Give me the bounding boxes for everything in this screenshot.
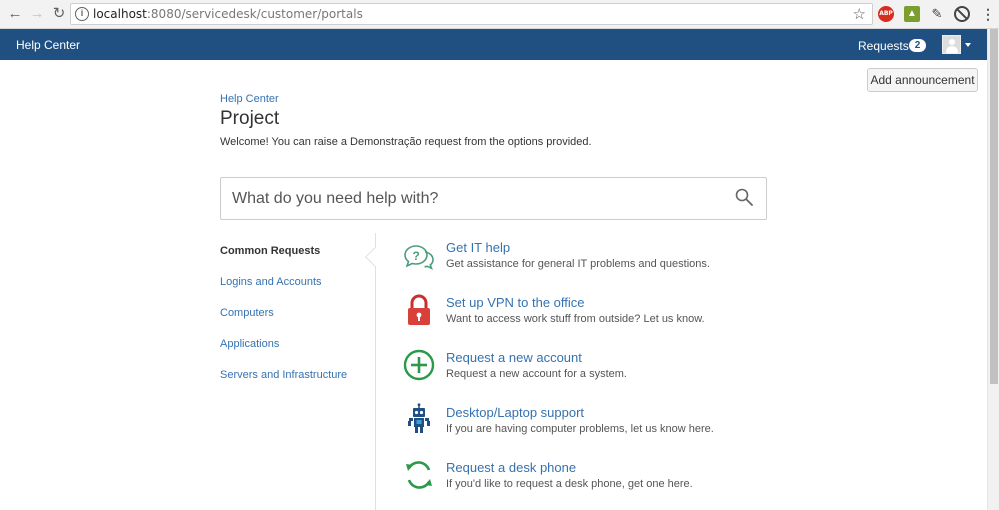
- search-input[interactable]: [232, 186, 712, 212]
- request-type-title[interactable]: Get IT help: [446, 240, 510, 255]
- request-type-title[interactable]: Desktop/Laptop support: [446, 405, 584, 420]
- browser-toolbar: ← → ↻ i localhost:8080/servicedesk/custo…: [0, 0, 999, 29]
- category-divider: [375, 233, 376, 510]
- browser-menu-icon[interactable]: ⋮: [980, 6, 996, 22]
- app-header: Help Center Requests 2: [0, 29, 987, 60]
- page-scrollbar[interactable]: [987, 29, 999, 510]
- plus-circle-icon[interactable]: [403, 349, 435, 381]
- category-logins-and-accounts[interactable]: Logins and Accounts: [220, 276, 322, 288]
- reload-icon[interactable]: ↻: [50, 5, 68, 23]
- refresh-arrows-icon[interactable]: [403, 459, 435, 491]
- breadcrumb[interactable]: Help Center: [220, 93, 279, 105]
- search-icon[interactable]: [735, 188, 753, 206]
- request-type-title[interactable]: Request a desk phone: [446, 460, 576, 475]
- requests-count-badge[interactable]: 2: [909, 39, 926, 52]
- search-box: [220, 177, 767, 220]
- help-center-link[interactable]: Help Center: [16, 38, 80, 52]
- back-icon[interactable]: ←: [6, 5, 24, 23]
- request-type-description: Get assistance for general IT problems a…: [446, 258, 710, 270]
- request-type-description: If you are having computer problems, let…: [446, 423, 714, 435]
- category-servers-and-infrastructure[interactable]: Servers and Infrastructure: [220, 369, 347, 381]
- category-applications[interactable]: Applications: [220, 338, 279, 350]
- request-type-description: Want to access work stuff from outside? …: [446, 313, 705, 325]
- url-path: :8080/servicedesk/customer/portals: [146, 7, 363, 21]
- url-host: localhost: [93, 7, 147, 21]
- category-common-requests[interactable]: Common Requests: [220, 245, 320, 257]
- scrollbar-thumb[interactable]: [990, 29, 998, 384]
- requests-link[interactable]: Requests: [858, 39, 909, 53]
- extension-puzzle-icon[interactable]: ▲: [904, 6, 920, 22]
- adblock-icon[interactable]: ABP: [878, 6, 894, 22]
- category-computers[interactable]: Computers: [220, 307, 274, 319]
- svg-text:?: ?: [413, 249, 420, 263]
- bookmark-star-icon[interactable]: ☆: [853, 5, 866, 23]
- page-title: Project: [220, 108, 280, 129]
- chat-question-icon[interactable]: ?: [403, 240, 435, 272]
- url-text[interactable]: localhost:8080/servicedesk/customer/port…: [93, 7, 363, 21]
- welcome-message: Welcome! You can raise a Demonstração re…: [220, 136, 592, 148]
- address-bar[interactable]: i localhost:8080/servicedesk/customer/po…: [70, 3, 873, 25]
- request-type-description: Request a new account for a system.: [446, 368, 627, 380]
- site-info-icon[interactable]: i: [75, 7, 89, 21]
- avatar[interactable]: [942, 35, 961, 54]
- eyedropper-icon[interactable]: ✎: [929, 6, 945, 22]
- request-type-title[interactable]: Request a new account: [446, 350, 582, 365]
- block-icon[interactable]: [954, 6, 970, 22]
- chevron-down-icon[interactable]: [965, 43, 971, 47]
- robot-icon[interactable]: [403, 403, 435, 435]
- add-announcement-button[interactable]: Add announcement: [867, 68, 978, 92]
- forward-icon[interactable]: →: [28, 5, 46, 23]
- request-type-description: If you'd like to request a desk phone, g…: [446, 478, 693, 490]
- request-type-title[interactable]: Set up VPN to the office: [446, 295, 585, 310]
- padlock-icon[interactable]: [403, 294, 435, 326]
- active-category-pointer: [365, 247, 385, 267]
